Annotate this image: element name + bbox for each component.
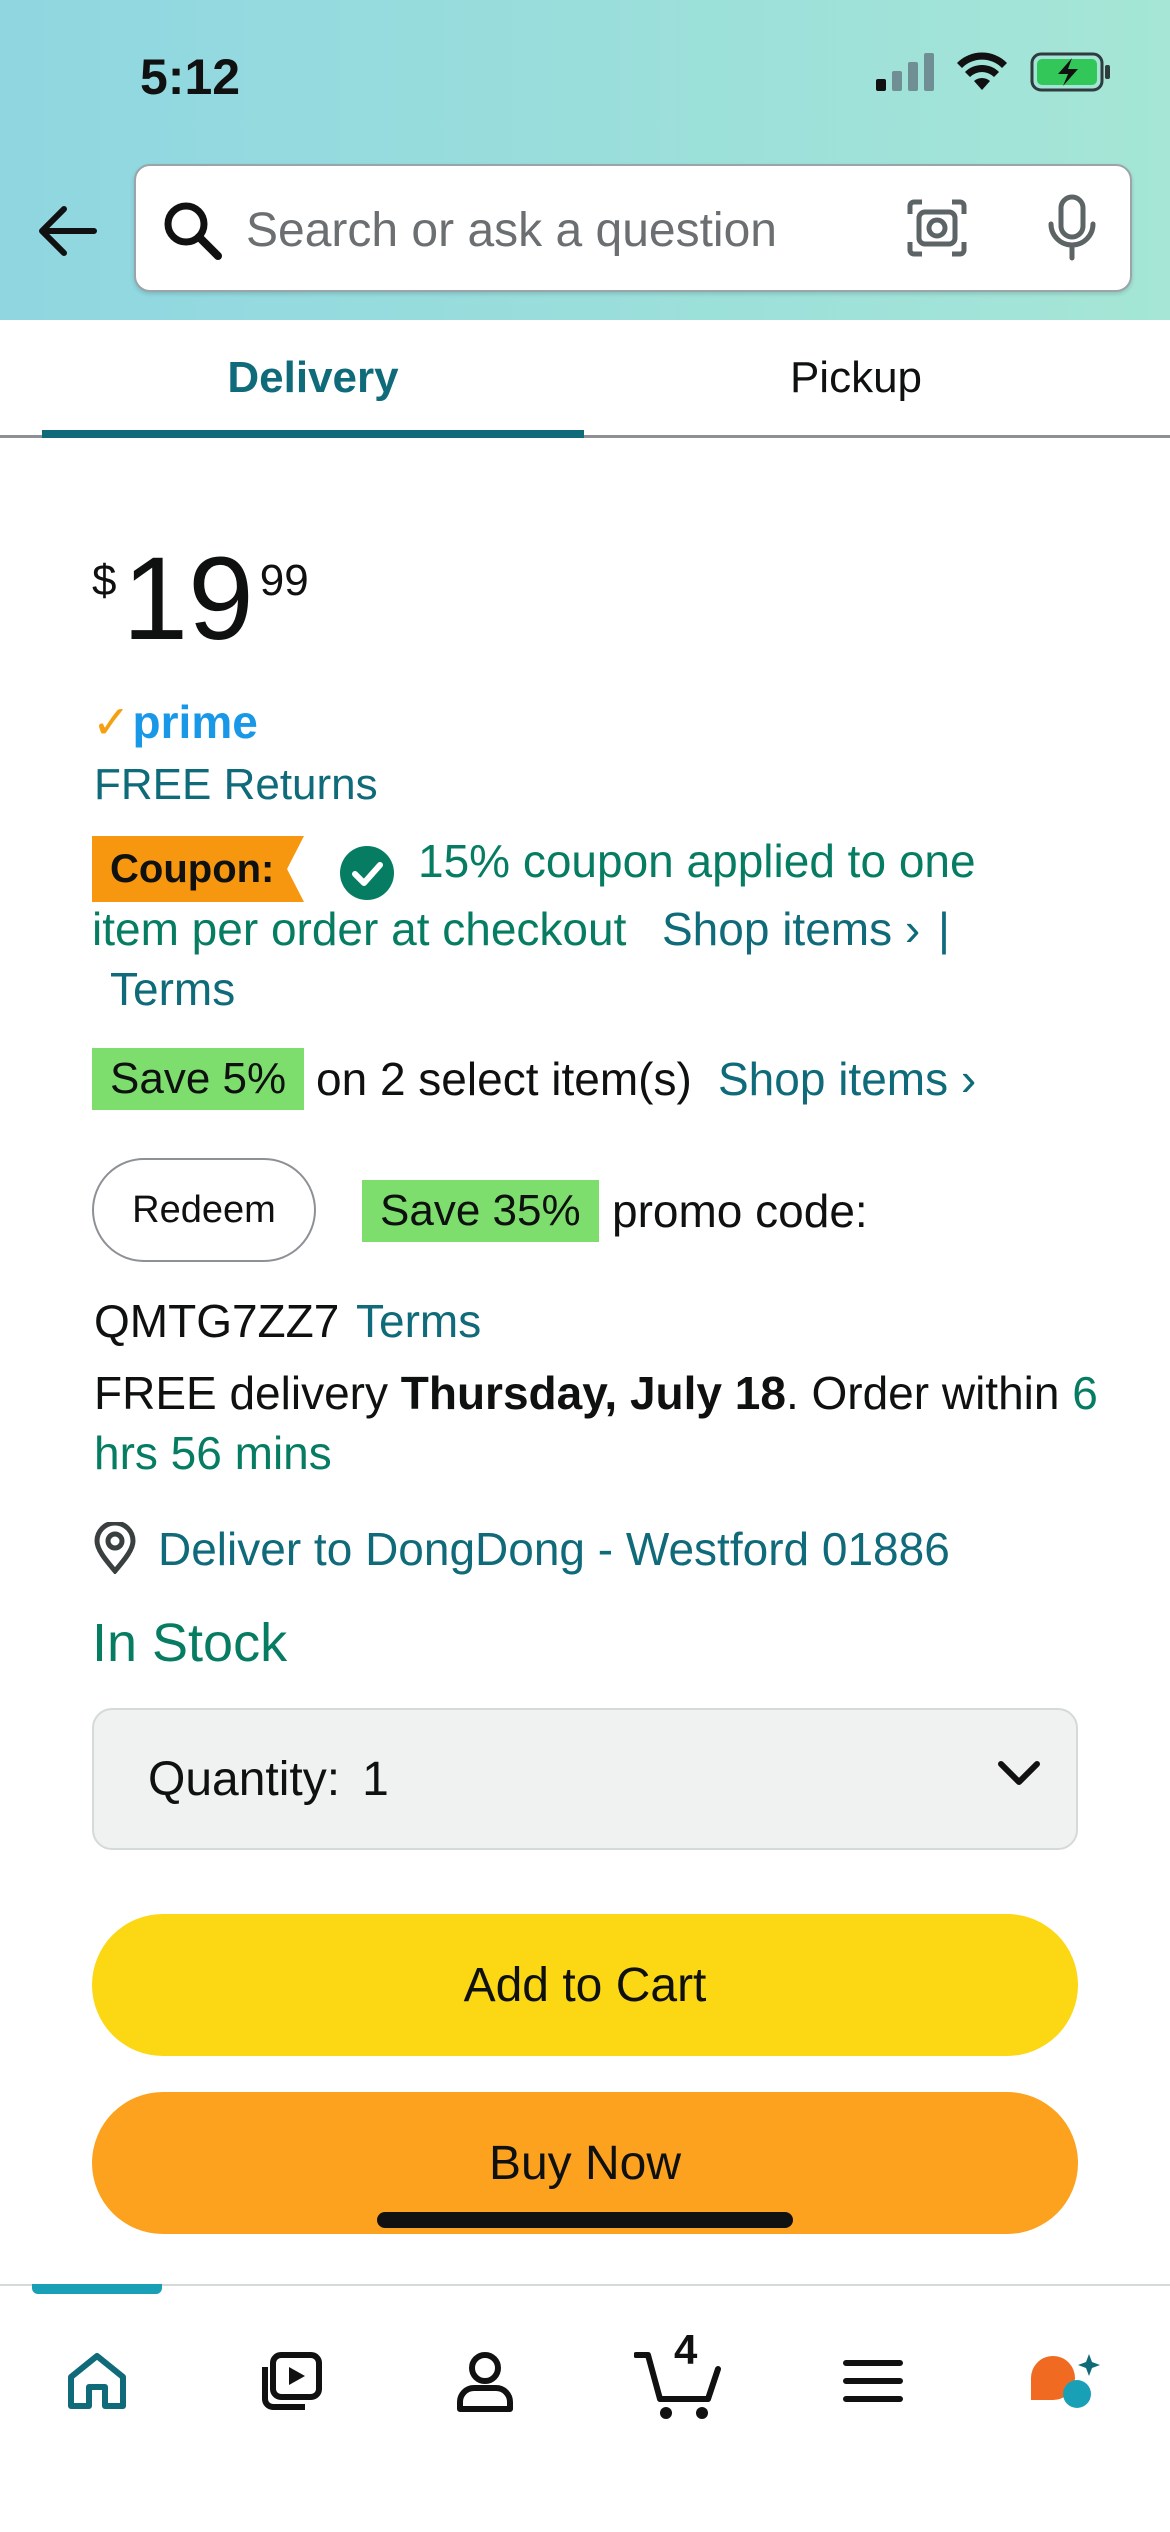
coupon-tag: Coupon:: [92, 836, 304, 902]
status-icons: [876, 52, 1112, 92]
nav-menu[interactable]: [818, 2326, 928, 2436]
cart-count: 4: [674, 2326, 698, 2373]
quantity-select[interactable]: Quantity: 1: [92, 1708, 1078, 1850]
prime-badge: ✓ prime: [92, 695, 258, 749]
tab-pickup[interactable]: Pickup: [584, 320, 1128, 435]
price: $ 19 99: [92, 540, 309, 658]
add-to-cart-button[interactable]: Add to Cart: [92, 1914, 1078, 2056]
check-circle-icon: [340, 846, 394, 900]
deliver-to-link[interactable]: Deliver to DongDong - Westford 01886: [158, 1522, 950, 1576]
chevron-down-icon: [998, 1761, 1040, 1785]
redeem-button[interactable]: Redeem: [92, 1158, 316, 1262]
location-pin-icon: [94, 1522, 136, 1574]
camera-search-icon[interactable]: [906, 198, 968, 258]
quantity-label: Quantity:: [148, 1752, 341, 1806]
menu-icon: [843, 2360, 903, 2402]
nav-cart[interactable]: 4: [624, 2326, 734, 2436]
save5-badge: Save 5%: [92, 1048, 305, 1110]
wifi-icon: [957, 52, 1007, 90]
bottom-nav: 4: [0, 2284, 1170, 2532]
microphone-icon[interactable]: [1046, 194, 1098, 262]
coupon-separator: |: [938, 903, 950, 955]
back-arrow-icon: [39, 206, 97, 256]
price-fraction: 99: [259, 556, 309, 605]
rufus-icon: [1031, 2354, 1100, 2408]
promo-code: QMTG7ZZ7: [94, 1295, 340, 1347]
save5-shop-items-link[interactable]: Shop items ›: [718, 1052, 976, 1106]
prime-check-icon: ✓: [92, 696, 131, 748]
coupon-text-line2: item per order at checkout: [92, 903, 627, 955]
quantity-value: 1: [362, 1752, 389, 1806]
nav-active-indicator: [32, 2284, 162, 2294]
search-icon: [164, 202, 222, 260]
price-whole: 19: [122, 533, 254, 665]
delivery-time-left-2: hrs 56 mins: [94, 1427, 332, 1479]
delivery-prefix: FREE delivery: [94, 1367, 388, 1419]
status-time: 5:12: [140, 49, 241, 105]
home-indicator: [377, 2212, 793, 2228]
nav-home[interactable]: [42, 2326, 152, 2436]
top-header: 5:12: [0, 0, 1170, 320]
back-button[interactable]: [34, 200, 100, 262]
delivery-time-left-1: 6: [1072, 1367, 1098, 1419]
video-icon: [262, 2352, 322, 2410]
search-input[interactable]: [246, 192, 886, 268]
price-currency: $: [92, 556, 117, 605]
home-icon: [68, 2353, 126, 2409]
delivery-date: Thursday, July 18: [400, 1367, 786, 1419]
save5-text: on 2 select item(s): [316, 1053, 692, 1105]
battery-icon: [1030, 52, 1110, 92]
delivery-order-within: . Order within: [785, 1367, 1060, 1419]
signal-icon: [876, 53, 934, 91]
prime-label: prime: [132, 696, 258, 748]
free-returns-link[interactable]: FREE Returns: [94, 760, 378, 810]
promo-terms-link[interactable]: Terms: [356, 1294, 481, 1348]
nav-rufus[interactable]: [1010, 2326, 1120, 2436]
coupon-text-line1: 15% coupon applied to one: [418, 835, 976, 887]
coupon-terms-link[interactable]: Terms: [110, 962, 235, 1016]
nav-account[interactable]: [430, 2326, 540, 2436]
fulfillment-tabs: Delivery Pickup: [0, 320, 1170, 438]
search-bar[interactable]: [134, 164, 1132, 292]
promo-text: promo code:: [612, 1185, 868, 1237]
save35-badge: Save 35%: [362, 1180, 599, 1242]
tab-delivery[interactable]: Delivery: [42, 320, 584, 438]
coupon-shop-items-link[interactable]: Shop items ›: [662, 902, 920, 956]
stock-status: In Stock: [92, 1613, 288, 1673]
account-icon: [457, 2352, 513, 2412]
delivery-info: FREE delivery Thursday, July 18. Order w…: [94, 1366, 1098, 1420]
nav-video[interactable]: [236, 2326, 346, 2436]
